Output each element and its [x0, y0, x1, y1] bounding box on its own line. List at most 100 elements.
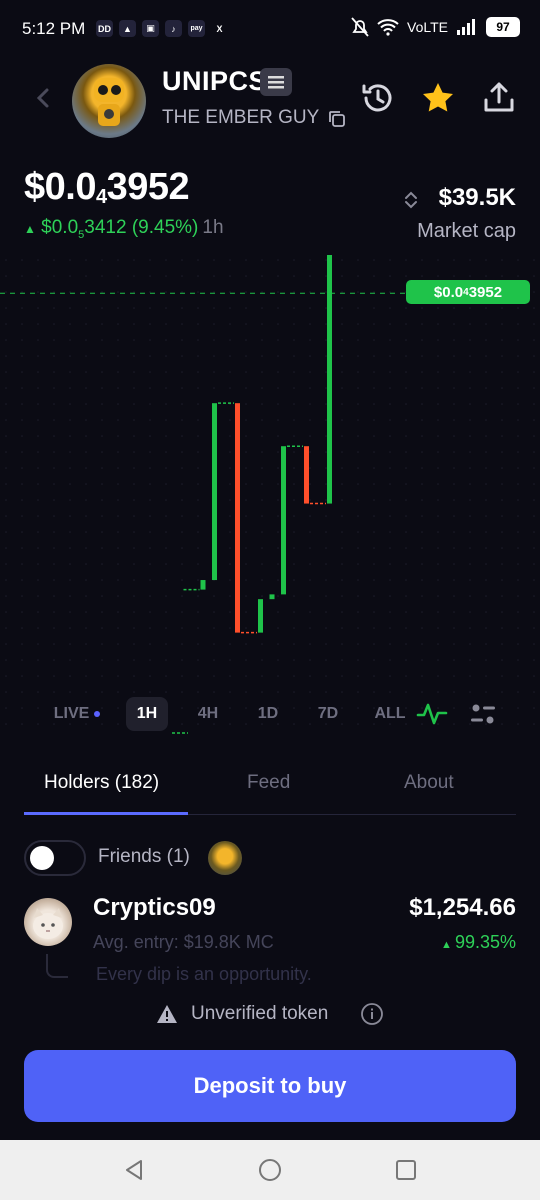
grid-dot — [101, 323, 103, 325]
sort-arrows-icon[interactable] — [404, 190, 418, 210]
nav-back-icon[interactable] — [122, 1158, 146, 1182]
info-icon[interactable] — [360, 1002, 384, 1026]
copy-icon[interactable] — [328, 110, 346, 128]
line-chart-icon[interactable] — [416, 701, 448, 727]
grid-dot — [293, 547, 295, 549]
grid-dot — [437, 323, 439, 325]
grid-dot — [277, 355, 279, 357]
grid-dot — [373, 371, 375, 373]
holder-avatar[interactable] — [24, 898, 72, 946]
deposit-to-buy-button[interactable]: Deposit to buy — [24, 1050, 516, 1122]
tf-live[interactable]: LIVE — [46, 697, 108, 731]
tf-1d[interactable]: 1D — [248, 697, 288, 731]
grid-dot — [261, 387, 263, 389]
signal-icon — [457, 19, 475, 35]
candle — [281, 446, 286, 595]
grid-dot — [245, 323, 247, 325]
grid-dot — [469, 467, 471, 469]
tab-feed[interactable]: Feed — [247, 772, 290, 794]
grid-dot — [341, 595, 343, 597]
token-name: UNIPCS — [162, 66, 268, 96]
status-bar: 5:12 PM DD ▲ ▣ ♪ pay X VoLTE 97 — [0, 0, 540, 58]
grid-dot — [229, 579, 231, 581]
creator-name[interactable]: THE EMBER GUY — [162, 107, 319, 129]
price-chart[interactable] — [0, 250, 540, 740]
grid-dot — [277, 387, 279, 389]
grid-dot — [53, 515, 55, 517]
grid-dot — [485, 499, 487, 501]
grid-dot — [117, 339, 119, 341]
grid-dot — [325, 611, 327, 613]
tf-4h[interactable]: 4H — [188, 697, 228, 731]
grid-dot — [309, 675, 311, 677]
grid-dot — [5, 611, 7, 613]
tf-all[interactable]: ALL — [368, 697, 412, 731]
tab-holders[interactable]: Holders (182) — [44, 772, 159, 794]
grid-dot — [373, 611, 375, 613]
grid-dot — [501, 259, 503, 261]
grid-dot — [341, 675, 343, 677]
friend-avatar[interactable] — [208, 841, 242, 875]
grid-dot — [101, 547, 103, 549]
grid-dot — [69, 291, 71, 293]
grid-dot — [181, 355, 183, 357]
grid-dot — [309, 419, 311, 421]
bell-off-icon — [351, 17, 369, 37]
grid-dot — [117, 611, 119, 613]
grid-dot — [341, 627, 343, 629]
nav-home-icon[interactable] — [258, 1158, 282, 1182]
grid-dot — [517, 323, 519, 325]
grid-dot — [469, 515, 471, 517]
grid-dot — [469, 595, 471, 597]
back-chevron-icon[interactable] — [30, 84, 58, 112]
grid-dot — [149, 467, 151, 469]
up-triangle-icon: ▲ — [440, 939, 455, 951]
friends-toggle[interactable] — [24, 840, 86, 876]
grid-dot — [101, 467, 103, 469]
tab-about[interactable]: About — [404, 772, 454, 794]
grid-dot — [85, 531, 87, 533]
grid-dot — [53, 451, 55, 453]
share-icon[interactable] — [481, 80, 517, 116]
grid-dot — [21, 611, 23, 613]
grid-dot — [309, 579, 311, 581]
grid-dot — [69, 483, 71, 485]
grid-dot — [373, 515, 375, 517]
grid-dot — [181, 339, 183, 341]
grid-dot — [453, 307, 455, 309]
grid-dot — [421, 531, 423, 533]
grid-dot — [133, 595, 135, 597]
grid-dot — [85, 595, 87, 597]
grid-dot — [357, 515, 359, 517]
holder-name[interactable]: Cryptics09 — [93, 894, 216, 922]
grid-dot — [21, 387, 23, 389]
chart-settings-icon[interactable] — [468, 701, 498, 727]
tf-1h[interactable]: 1H — [126, 697, 168, 731]
history-icon[interactable] — [360, 80, 396, 116]
tf-7d[interactable]: 7D — [308, 697, 348, 731]
friends-label: Friends (1) — [98, 846, 190, 867]
grid-dot — [149, 499, 151, 501]
star-icon[interactable] — [420, 80, 456, 116]
grid-dot — [85, 611, 87, 613]
grid-dot — [53, 643, 55, 645]
grid-dot — [85, 451, 87, 453]
grid-dot — [517, 307, 519, 309]
grid-dot — [53, 291, 55, 293]
grid-dot — [85, 579, 87, 581]
grid-dot — [149, 387, 151, 389]
grid-dot — [309, 691, 311, 693]
grid-dot — [117, 595, 119, 597]
grid-dot — [197, 339, 199, 341]
grid-dot — [261, 499, 263, 501]
grid-dot — [101, 387, 103, 389]
grid-dot — [117, 323, 119, 325]
grid-dot — [501, 483, 503, 485]
nav-recents-icon[interactable] — [394, 1158, 418, 1182]
grid-dot — [357, 483, 359, 485]
grid-dot — [53, 339, 55, 341]
grid-dot — [405, 307, 407, 309]
grid-dot — [421, 259, 423, 261]
grid-dot — [309, 531, 311, 533]
grid-dot — [373, 291, 375, 293]
